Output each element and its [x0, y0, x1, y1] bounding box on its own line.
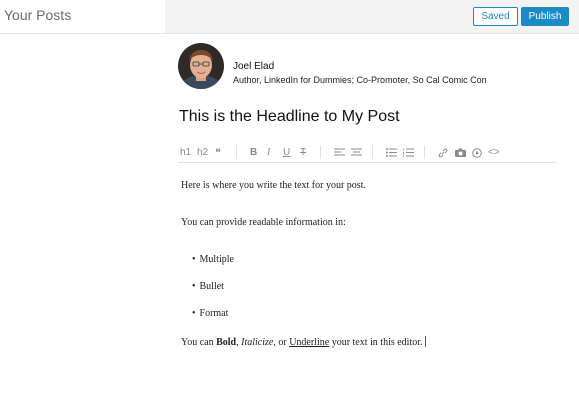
underline-button[interactable]: U	[283, 147, 290, 159]
text-run: , or	[273, 337, 290, 348]
camera-icon[interactable]	[455, 148, 466, 161]
sidebar-divider	[0, 33, 165, 34]
h2-button[interactable]: h2	[197, 147, 208, 159]
avatar	[178, 43, 224, 89]
sidebar: Your Posts	[0, 0, 165, 400]
italic-text: Italicize	[241, 337, 274, 348]
text-cursor	[424, 336, 426, 347]
avatar-photo	[178, 43, 224, 89]
post-paragraph-formatting: You can Bold, Italicize, or Underline yo…	[181, 336, 426, 348]
align-center-icon[interactable]	[351, 148, 362, 161]
toolbar-divider	[236, 146, 237, 159]
quote-button[interactable]: ❝	[215, 147, 221, 159]
toolbar-divider	[424, 146, 425, 159]
saved-button[interactable]: Saved	[473, 7, 518, 26]
post-headline[interactable]: This is the Headline to My Post	[179, 108, 400, 126]
bullet-item: Format	[192, 308, 229, 319]
toolbar-divider	[372, 146, 373, 159]
link-icon[interactable]	[438, 148, 448, 162]
formatting-toolbar: h1 h2 ❝ B I U T <>	[178, 145, 556, 163]
bullet-item: Bullet	[192, 281, 224, 292]
bulleted-list-icon[interactable]	[386, 148, 397, 161]
editor-topbar: Saved Publish	[165, 0, 579, 34]
bold-button[interactable]: B	[250, 147, 257, 159]
publish-button[interactable]: Publish	[521, 7, 569, 26]
text-run: You can	[181, 337, 217, 348]
sidebar-title[interactable]: Your Posts	[4, 7, 71, 23]
play-video-icon[interactable]	[472, 148, 482, 162]
post-paragraph: You can provide readable information in:	[181, 217, 346, 228]
author-title: Author, LinkedIn for Dummies; Co-Promote…	[233, 75, 487, 85]
h1-button[interactable]: h1	[180, 147, 191, 159]
toolbar-divider	[320, 146, 321, 159]
bullet-item: Multiple	[192, 254, 234, 265]
underlined-text: Underline	[289, 337, 330, 348]
strikethrough-button[interactable]: T	[300, 147, 306, 159]
author-name: Joel Elad	[233, 61, 275, 72]
numbered-list-icon[interactable]	[403, 148, 414, 161]
bold-text: Bold	[216, 337, 237, 348]
align-left-icon[interactable]	[334, 148, 345, 161]
italic-button[interactable]: I	[267, 147, 270, 159]
text-run: your text in this editor.	[329, 337, 423, 348]
code-icon[interactable]: <>	[488, 147, 500, 159]
post-paragraph: Here is where you write the text for you…	[181, 180, 366, 191]
